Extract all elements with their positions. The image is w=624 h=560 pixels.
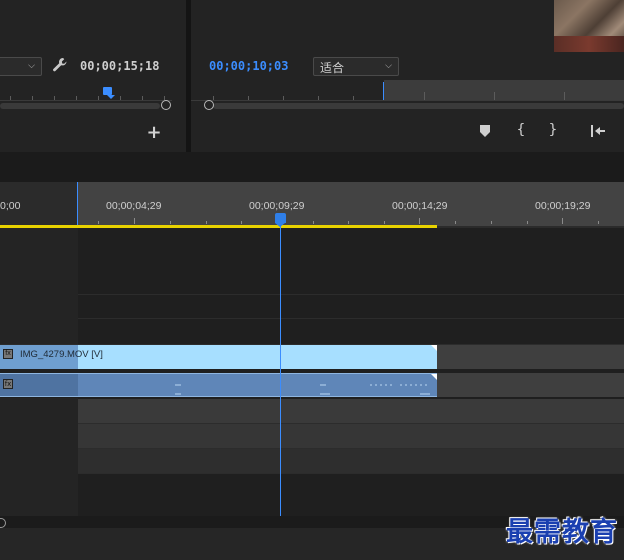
empty-track-area-a2[interactable] xyxy=(78,399,624,423)
watermark: 最需教育 xyxy=(506,517,618,548)
fit-dropdown-label: 适合 xyxy=(320,61,345,75)
source-clip-dropdown[interactable]: ⌵ xyxy=(0,57,42,76)
source-monitor-panel: ⌵ 00;00;15;18 + xyxy=(0,0,186,152)
program-zoom-scrollbar[interactable] xyxy=(213,103,624,109)
playhead-line[interactable] xyxy=(280,226,281,516)
ruler-label-3: 00;00;14;29 xyxy=(392,200,448,212)
program-zoom-handle[interactable] xyxy=(204,100,214,110)
empty-track-area-audio[interactable] xyxy=(437,373,624,397)
source-playhead-icon[interactable] xyxy=(103,87,112,95)
program-timecode[interactable]: 00;00;10;03 xyxy=(209,59,288,73)
program-playhead-marker[interactable] xyxy=(383,82,384,100)
timeline-scroll-handle[interactable] xyxy=(0,518,6,528)
source-zoom-handle[interactable] xyxy=(161,100,171,110)
mark-out-icon[interactable]: } xyxy=(547,122,559,138)
fx-icon[interactable]: fx xyxy=(3,349,13,359)
source-timecode[interactable]: 00;00;15;18 xyxy=(80,59,159,73)
chevron-down-icon: ⌵ xyxy=(28,61,35,71)
track-header-a4[interactable] xyxy=(0,448,78,473)
video-clip[interactable]: fx IMG_4279.MOV [V] xyxy=(0,345,437,369)
source-playhead-tip xyxy=(107,95,115,99)
wrench-icon[interactable] xyxy=(52,57,70,75)
fit-dropdown[interactable]: 适合 ⌵ xyxy=(313,57,399,76)
clip-end-marker xyxy=(431,374,437,380)
mark-in-icon[interactable]: { xyxy=(515,122,527,138)
program-video-preview xyxy=(554,0,624,52)
plus-icon[interactable]: + xyxy=(146,122,162,143)
work-area-start-marker[interactable] xyxy=(77,182,78,226)
playhead-tip xyxy=(275,223,285,227)
audio-clip[interactable]: fx xyxy=(0,373,437,397)
ruler-label-4: 00;00;19;29 xyxy=(535,200,591,212)
source-zoom-scrollbar[interactable] xyxy=(0,103,160,109)
empty-track-area-video[interactable] xyxy=(437,345,624,369)
go-to-in-icon[interactable] xyxy=(590,124,606,138)
ruler-label-2: 00;00;09;29 xyxy=(249,200,305,212)
track-header-a5[interactable] xyxy=(0,473,78,520)
empty-track-area-a4[interactable] xyxy=(78,449,624,473)
track-header-a2[interactable] xyxy=(0,398,78,423)
clip-end-marker xyxy=(431,345,437,351)
marker-icon[interactable] xyxy=(480,125,490,137)
track-row-v3[interactable] xyxy=(0,228,624,295)
ruler-label-0: 0;00 xyxy=(0,200,21,212)
program-work-area[interactable] xyxy=(384,80,624,100)
track-row-v1-spacer[interactable] xyxy=(0,318,624,345)
playhead-handle[interactable] xyxy=(275,213,286,223)
chevron-down-icon: ⌵ xyxy=(385,61,392,71)
video-clip-name: IMG_4279.MOV [V] xyxy=(20,349,103,360)
source-mini-ruler[interactable] xyxy=(0,88,172,101)
track-header-v1-spacer[interactable] xyxy=(0,318,78,344)
ruler-label-1: 00;00;04;29 xyxy=(106,200,162,212)
empty-track-area-a3[interactable] xyxy=(78,424,624,448)
track-header-a3[interactable] xyxy=(0,423,78,448)
track-header-v2[interactable] xyxy=(0,294,78,318)
audio-waveform xyxy=(175,384,430,395)
track-row-v2[interactable] xyxy=(0,294,624,319)
panel-divider-horizontal[interactable] xyxy=(0,152,624,182)
program-monitor-panel: 00;00;10;03 适合 ⌵ { } xyxy=(191,0,624,152)
track-header-v3[interactable] xyxy=(0,228,78,294)
